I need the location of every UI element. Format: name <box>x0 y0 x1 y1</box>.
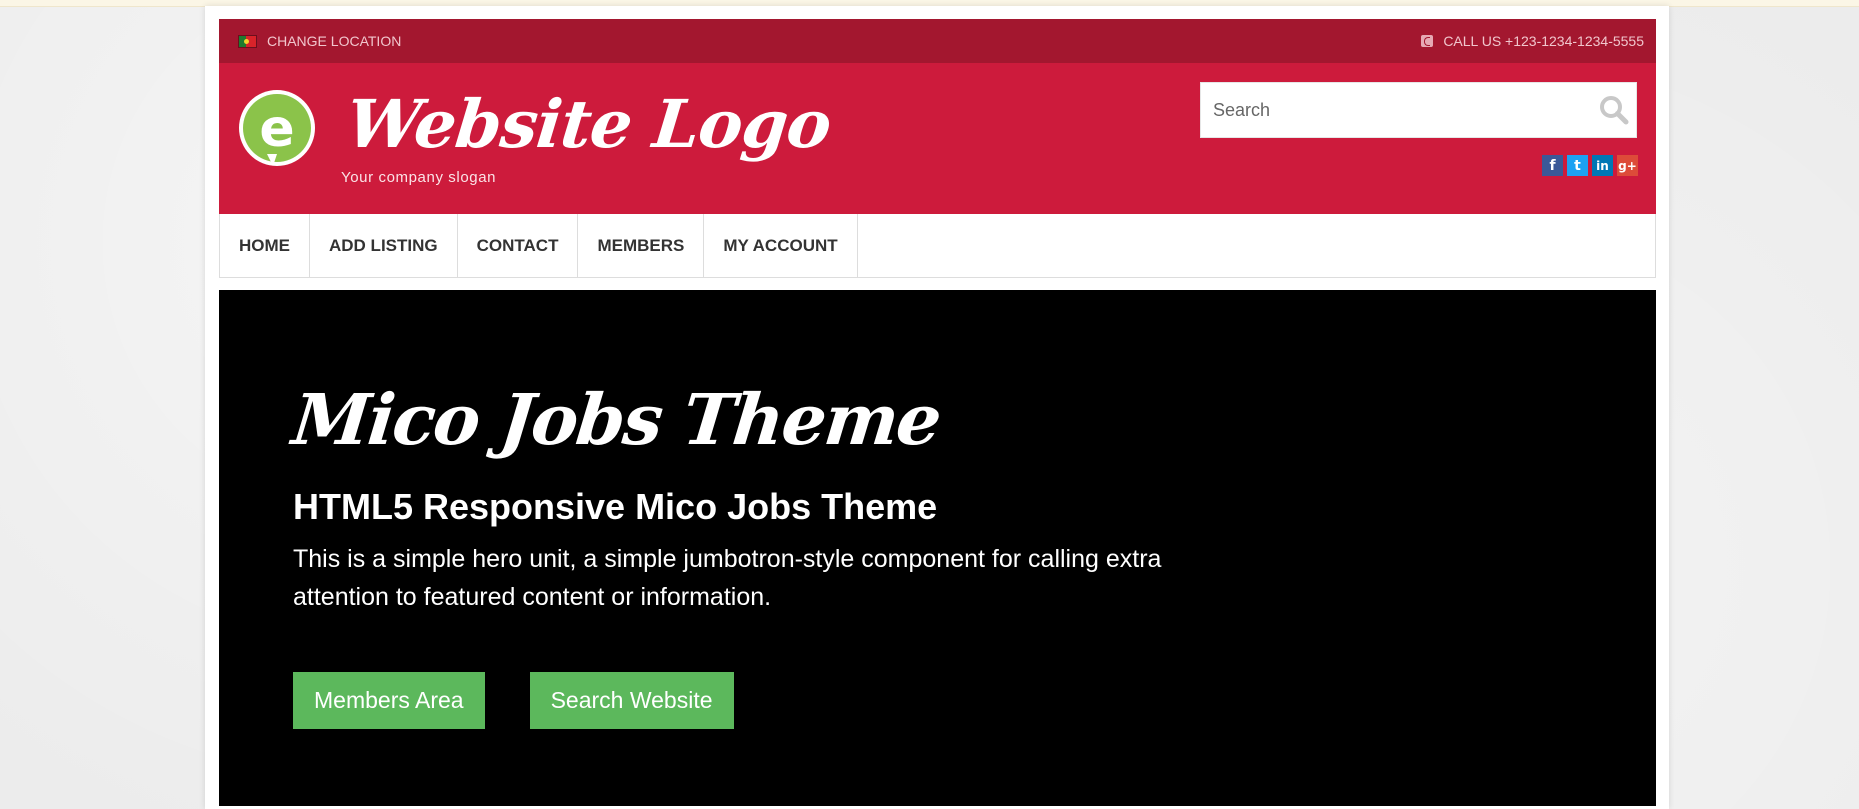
nav-members[interactable]: MEMBERS <box>578 214 705 277</box>
hero-title: Mico Jobs Theme <box>288 378 944 461</box>
nav-contact[interactable]: CONTACT <box>458 214 579 277</box>
phone-icon <box>1421 35 1434 47</box>
hero-section: Mico Jobs Theme HTML5 Responsive Mico Jo… <box>219 290 1656 806</box>
search-website-button[interactable]: Search Website <box>529 672 734 729</box>
hero-buttons: Members Area Search Website <box>293 672 734 729</box>
nav-my-account[interactable]: MY ACCOUNT <box>704 214 858 277</box>
call-us: CALL US +123-1234-1234-5555 <box>1421 33 1644 49</box>
logo-letter: e <box>259 99 294 159</box>
google-plus-icon[interactable]: g+ <box>1617 155 1638 176</box>
hero-text: This is a simple hero unit, a simple jum… <box>293 545 1162 611</box>
page-wrapper: CHANGE LOCATION CALL US +123-1234-1234-5… <box>205 6 1669 809</box>
search-icon[interactable] <box>1592 88 1636 132</box>
nav-add-listing[interactable]: ADD LISTING <box>310 214 458 277</box>
site-header: e Website Logo Your company slogan f t i… <box>219 63 1656 214</box>
logo-icon[interactable]: e <box>237 88 317 170</box>
twitter-icon[interactable]: t <box>1567 155 1588 176</box>
nav-home[interactable]: HOME <box>220 214 310 277</box>
main-nav: HOME ADD LISTING CONTACT MEMBERS MY ACCO… <box>219 214 1656 278</box>
search-input[interactable] <box>1201 83 1592 137</box>
call-us-label: CALL US +123-1234-1234-5555 <box>1443 33 1644 49</box>
change-location-link[interactable]: CHANGE LOCATION <box>238 33 401 49</box>
logo-text[interactable]: Website Logo <box>343 85 834 163</box>
change-location-label: CHANGE LOCATION <box>267 33 402 49</box>
company-slogan: Your company slogan <box>341 169 497 186</box>
hero-subtitle: HTML5 Responsive Mico Jobs Theme <box>293 486 938 527</box>
flag-icon <box>238 34 257 48</box>
page-inner: CHANGE LOCATION CALL US +123-1234-1234-5… <box>219 19 1656 806</box>
top-bar: CHANGE LOCATION CALL US +123-1234-1234-5… <box>219 19 1656 63</box>
social-links: f t in g+ <box>1542 155 1638 176</box>
members-area-button[interactable]: Members Area <box>293 672 485 729</box>
facebook-icon[interactable]: f <box>1542 155 1563 176</box>
search-box <box>1200 82 1637 138</box>
linkedin-icon[interactable]: in <box>1592 155 1613 176</box>
